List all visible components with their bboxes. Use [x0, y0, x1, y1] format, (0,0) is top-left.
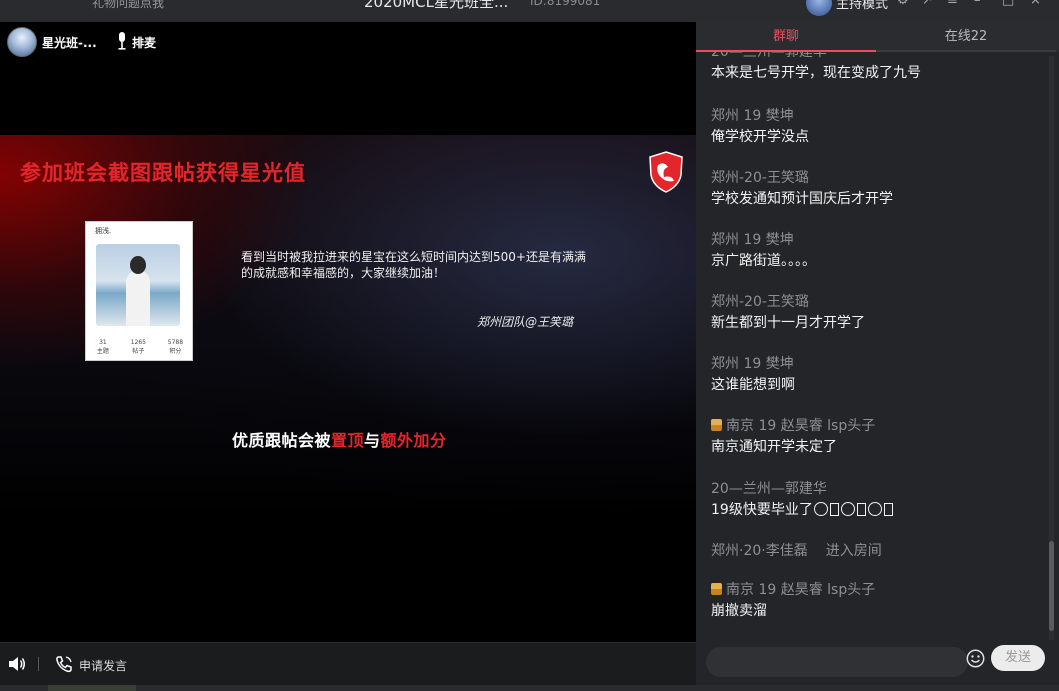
- app-window: 礼物问题点我 2020MCL星光班全... ID:8199081 主持模式 ⚙ …: [0, 0, 1059, 691]
- apply-to-speak-button[interactable]: 申请发言: [79, 657, 127, 674]
- room-name[interactable]: 星光班-...: [42, 34, 97, 51]
- card-stat: 5788 积分: [167, 339, 184, 355]
- laugh-emoji-icon: [840, 502, 855, 516]
- message-text: 学校发通知预计国庆后才开学: [711, 191, 893, 207]
- laugh-emoji-icon: [867, 502, 882, 516]
- microphone-icon[interactable]: [116, 32, 128, 50]
- room-avatar[interactable]: [7, 27, 37, 57]
- message-sender: 20—兰州—郭建华: [711, 52, 827, 60]
- laugh-emoji-icon: [813, 502, 828, 516]
- list-item: 郑州-20-王笑璐 学校发通知预计国庆后才开学: [711, 168, 1046, 210]
- tab-group-chat[interactable]: 群聊: [696, 22, 876, 52]
- missing-glyph-icon: [856, 503, 866, 516]
- list-item: 南京 19 赵昊睿 lsp头子 南京通知开学未定了: [711, 416, 1046, 458]
- list-item: 20—兰州—郭建华 19级快要毕业了: [711, 479, 1046, 521]
- phone-icon[interactable]: [55, 655, 73, 673]
- message-text: 京广路街道。。。。: [711, 253, 816, 269]
- bottom-control-bar: 申请发言: [0, 642, 696, 685]
- profile-card: 拥浅. 31 主题 1265 帖子 5788 积分: [85, 221, 193, 361]
- message-text: 19级快要毕业了: [711, 499, 1046, 521]
- chat-input[interactable]: [706, 647, 968, 677]
- menu-icon[interactable]: ≡: [947, 0, 958, 8]
- missing-glyph-icon: [883, 503, 893, 516]
- queue-button[interactable]: 排麦: [132, 34, 156, 51]
- chat-panel: 群聊 在线22 20—兰州—郭建华 本来是七号开学，现在变成了九号 郑州 19 …: [696, 22, 1059, 685]
- maximize-icon[interactable]: □: [1002, 0, 1014, 8]
- message-sender: 郑州 19 樊坤: [711, 232, 794, 248]
- list-item: 南京 19 赵昊睿 lsp头子 崩撤卖溜: [711, 580, 1046, 622]
- enter-room-notice: 进入房间: [825, 543, 882, 559]
- message-sender: 南京 19 赵昊睿 lsp头子: [711, 416, 1046, 436]
- list-item: 郑州 19 樊坤 这谁能想到啊: [711, 354, 1046, 396]
- message-text: 本来是七号开学，现在变成了九号: [711, 65, 921, 81]
- close-icon[interactable]: ×: [1030, 0, 1041, 8]
- taskbar-strip: [0, 685, 1059, 691]
- slide-quote: 看到当时被我拉进来的星宝在这么短时间内达到500+还是有满满的成就感和幸福感的，…: [241, 250, 586, 280]
- user-badge-icon: [711, 583, 722, 595]
- slide-title: 参加班会截图跟帖获得星光值: [20, 161, 306, 185]
- host-avatar[interactable]: [806, 0, 832, 16]
- video-area: 星光班-... 排麦 参加班会截图跟帖获得星光值 拥浅. 31 主题 1265 …: [0, 22, 696, 642]
- list-item: 郑州 19 樊坤 京广路街道。。。。: [711, 230, 1046, 272]
- send-button[interactable]: 发送: [991, 645, 1045, 671]
- message-sender: 郑州 19 樊坤: [711, 356, 794, 372]
- message-text: 俺学校开学没点: [711, 129, 809, 145]
- speaker-icon[interactable]: [8, 656, 26, 672]
- presentation-slide: 参加班会截图跟帖获得星光值 拥浅. 31 主题 1265 帖子 5788 积分 …: [0, 135, 696, 642]
- list-item: 20—兰州—郭建华 本来是七号开学，现在变成了九号: [711, 52, 1046, 84]
- card-photo: [96, 244, 180, 326]
- message-sender: 20—兰州—郭建华: [711, 481, 827, 497]
- divider: [38, 657, 39, 671]
- slide-footer: 优质跟帖会被置顶与额外加分: [232, 431, 447, 450]
- message-sender: 郑州-20-王笑璐: [711, 170, 809, 186]
- card-stats: 31 主题 1265 帖子 5788 积分: [86, 338, 194, 356]
- list-item: 郑州 19 樊坤 俺学校开学没点: [711, 106, 1046, 148]
- slide-signature: 郑州团队@王笑璐: [477, 315, 574, 329]
- settings-icon[interactable]: ⚙: [897, 0, 909, 8]
- message-list[interactable]: 20—兰州—郭建华 本来是七号开学，现在变成了九号 郑州 19 樊坤 俺学校开学…: [696, 52, 1052, 642]
- share-icon[interactable]: ↗: [922, 0, 933, 8]
- card-username: 拥浅.: [95, 227, 112, 235]
- message-text: 新生都到十一月才开学了: [711, 315, 865, 331]
- message-sender: 南京 19 赵昊睿 lsp头子: [711, 580, 1046, 600]
- missing-glyph-icon: [829, 503, 839, 516]
- message-sender: 郑州 19 樊坤: [711, 108, 794, 124]
- chat-tabs: 群聊 在线22: [696, 22, 1059, 52]
- gift-help-link[interactable]: 礼物问题点我: [92, 0, 164, 11]
- minimize-icon[interactable]: –: [974, 0, 981, 8]
- list-item: 郑州·20·李佳磊 进入房间: [711, 541, 1046, 561]
- message-text: 崩撤卖溜: [711, 603, 767, 619]
- tab-online[interactable]: 在线22: [876, 22, 1056, 52]
- room-id: ID:8199081: [530, 0, 601, 8]
- message-text: 这谁能想到啊: [711, 377, 795, 393]
- host-mode-label[interactable]: 主持模式: [836, 0, 888, 12]
- card-stat: 1265 帖子: [130, 339, 146, 355]
- message-sender: 郑州-20-王笑璐: [711, 294, 809, 310]
- msi-shield-logo-icon: [649, 151, 683, 193]
- user-badge-icon: [711, 419, 722, 431]
- list-item: 郑州-20-王笑璐 新生都到十一月才开学了: [711, 292, 1046, 334]
- message-sender: 郑州·20·李佳磊 进入房间: [711, 543, 882, 559]
- chat-scrollbar[interactable]: [1049, 56, 1054, 640]
- message-text: 南京通知开学未定了: [711, 439, 837, 455]
- card-stat: 31 主题: [96, 339, 109, 355]
- room-title: 2020MCL星光班全...: [364, 0, 509, 11]
- emoji-icon[interactable]: [966, 649, 985, 668]
- title-bar: 礼物问题点我 2020MCL星光班全... ID:8199081 主持模式 ⚙ …: [0, 0, 1059, 22]
